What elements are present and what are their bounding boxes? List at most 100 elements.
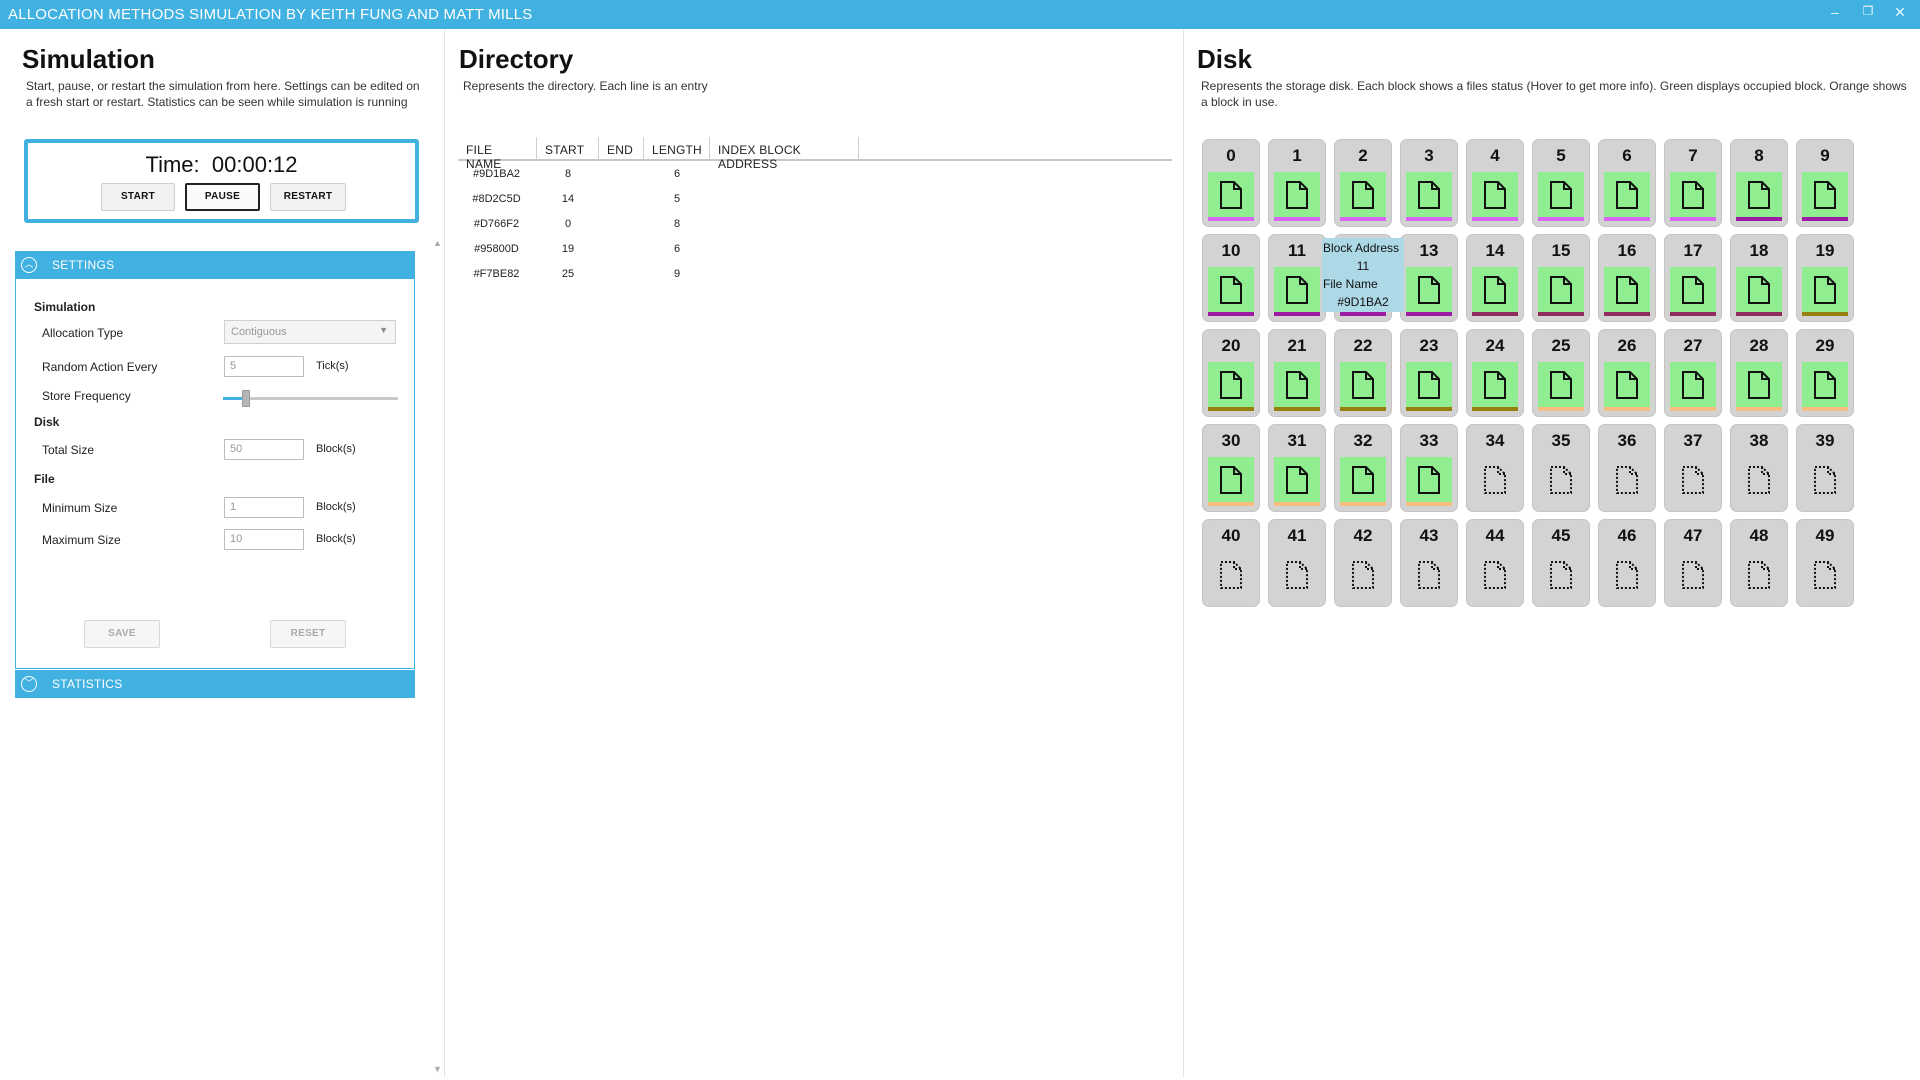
disk-block[interactable]: 13 — [1400, 234, 1458, 322]
allocation-type-select[interactable]: Contiguous ▼ — [224, 320, 396, 344]
disk-block[interactable]: 6 — [1598, 139, 1656, 227]
timer-display: Time: 00:00:12 — [28, 152, 415, 178]
block-number: 37 — [1683, 431, 1703, 450]
disk-block[interactable]: 21 — [1268, 329, 1326, 417]
disk-block[interactable]: 49 — [1796, 519, 1854, 607]
directory-heading: Directory — [459, 44, 574, 74]
disk-block[interactable]: 32 — [1334, 424, 1392, 512]
column-start[interactable]: START — [537, 137, 599, 161]
scroll-up-icon[interactable]: ▲ — [433, 238, 442, 248]
cell-length: 6 — [673, 243, 681, 255]
disk-block[interactable]: 47 — [1664, 519, 1722, 607]
block-number: 21 — [1287, 336, 1307, 355]
disk-block[interactable]: 23 — [1400, 329, 1458, 417]
column-file-name[interactable]: FILE NAME — [458, 137, 537, 171]
empty-file-icon — [1748, 466, 1770, 494]
block-number: 7 — [1688, 146, 1698, 165]
close-icon[interactable]: ✕ — [1888, 4, 1912, 24]
store-frequency-slider[interactable] — [223, 390, 398, 407]
disk-block[interactable]: 4 — [1466, 139, 1524, 227]
disk-block[interactable]: 1 — [1268, 139, 1326, 227]
disk-block[interactable]: 44 — [1466, 519, 1524, 607]
disk-block[interactable]: 0 — [1202, 139, 1260, 227]
disk-block[interactable]: 35 — [1532, 424, 1590, 512]
disk-block[interactable]: 19 — [1796, 234, 1854, 322]
cell-file-name: #F7BE82 — [473, 268, 520, 280]
disk-block[interactable]: 17 — [1664, 234, 1722, 322]
disk-block[interactable]: 26 — [1598, 329, 1656, 417]
disk-block[interactable]: 33 — [1400, 424, 1458, 512]
disk-block[interactable]: 2 — [1334, 139, 1392, 227]
cell-start: 25 — [561, 268, 575, 280]
column-length[interactable]: LENGTH — [644, 137, 710, 161]
disk-block[interactable]: 38 — [1730, 424, 1788, 512]
disk-block[interactable]: 48 — [1730, 519, 1788, 607]
block-tooltip: Block Address 11 File Name #9D1BA2 — [1322, 238, 1404, 312]
empty-file-icon — [1616, 466, 1638, 494]
settings-header[interactable]: ︿ SETTINGS — [15, 251, 415, 279]
empty-file-icon — [1550, 466, 1572, 494]
slider-thumb[interactable] — [241, 390, 250, 407]
column-end[interactable]: END — [599, 137, 644, 161]
restart-button[interactable]: RESTART — [270, 183, 346, 211]
disk-block[interactable]: 43 — [1400, 519, 1458, 607]
disk-block[interactable]: 20 — [1202, 329, 1260, 417]
reset-button[interactable]: RESET — [270, 620, 346, 648]
start-button[interactable]: START — [101, 183, 175, 211]
disk-block[interactable]: 7 — [1664, 139, 1722, 227]
restore-icon[interactable]: ❐ — [1856, 4, 1880, 24]
disk-block[interactable]: 11 — [1268, 234, 1326, 322]
disk-block[interactable]: 25 — [1532, 329, 1590, 417]
save-button[interactable]: SAVE — [84, 620, 160, 648]
disk-block[interactable]: 14 — [1466, 234, 1524, 322]
column-index-block-address[interactable]: INDEX BLOCK ADDRESS — [710, 137, 859, 171]
cell-start: 14 — [561, 193, 575, 205]
disk-block[interactable]: 22 — [1334, 329, 1392, 417]
disk-block[interactable]: 37 — [1664, 424, 1722, 512]
disk-block[interactable]: 3 — [1400, 139, 1458, 227]
disk-block[interactable]: 18 — [1730, 234, 1788, 322]
random-action-input[interactable]: 5 — [224, 356, 304, 377]
block-file-color-bar — [1208, 407, 1254, 411]
disk-block[interactable]: 29 — [1796, 329, 1854, 417]
scroll-down-icon[interactable]: ▼ — [433, 1064, 442, 1074]
disk-block[interactable]: 28 — [1730, 329, 1788, 417]
disk-block[interactable]: 9 — [1796, 139, 1854, 227]
block-number: 1 — [1292, 146, 1302, 165]
min-size-input[interactable]: 1 — [224, 497, 304, 518]
disk-block[interactable]: 45 — [1532, 519, 1590, 607]
disk-block[interactable]: 27 — [1664, 329, 1722, 417]
file-section-label: File — [34, 472, 55, 486]
file-icon — [1814, 181, 1836, 209]
total-size-input[interactable]: 50 — [224, 439, 304, 460]
disk-block[interactable]: 39 — [1796, 424, 1854, 512]
empty-file-icon — [1484, 466, 1506, 494]
disk-block[interactable]: 36 — [1598, 424, 1656, 512]
block-number: 48 — [1749, 526, 1769, 545]
disk-block[interactable]: 24 — [1466, 329, 1524, 417]
block-number: 19 — [1815, 241, 1835, 260]
statistics-header[interactable]: ﹀ STATISTICS — [15, 670, 415, 698]
disk-block[interactable]: 42 — [1334, 519, 1392, 607]
simulation-section-label: Simulation — [34, 300, 96, 314]
block-number: 16 — [1617, 241, 1637, 260]
disk-block[interactable]: 41 — [1268, 519, 1326, 607]
disk-block[interactable]: 46 — [1598, 519, 1656, 607]
disk-block[interactable]: 34 — [1466, 424, 1524, 512]
minimize-icon[interactable]: – — [1823, 4, 1847, 24]
max-size-input[interactable]: 10 — [224, 529, 304, 550]
disk-block[interactable]: 10 — [1202, 234, 1260, 322]
disk-block[interactable]: 31 — [1268, 424, 1326, 512]
disk-block[interactable]: 16 — [1598, 234, 1656, 322]
cell-length: 8 — [673, 218, 681, 230]
disk-block[interactable]: 8 — [1730, 139, 1788, 227]
disk-block[interactable]: 30 — [1202, 424, 1260, 512]
pause-button[interactable]: PAUSE — [185, 183, 260, 211]
cell-file-name: #D766F2 — [473, 218, 520, 230]
block-number: 42 — [1353, 526, 1373, 545]
disk-block[interactable]: 15 — [1532, 234, 1590, 322]
block-file-color-bar — [1736, 217, 1782, 221]
disk-block[interactable]: 40 — [1202, 519, 1260, 607]
disk-block[interactable]: 5 — [1532, 139, 1590, 227]
block-number: 31 — [1287, 431, 1307, 450]
